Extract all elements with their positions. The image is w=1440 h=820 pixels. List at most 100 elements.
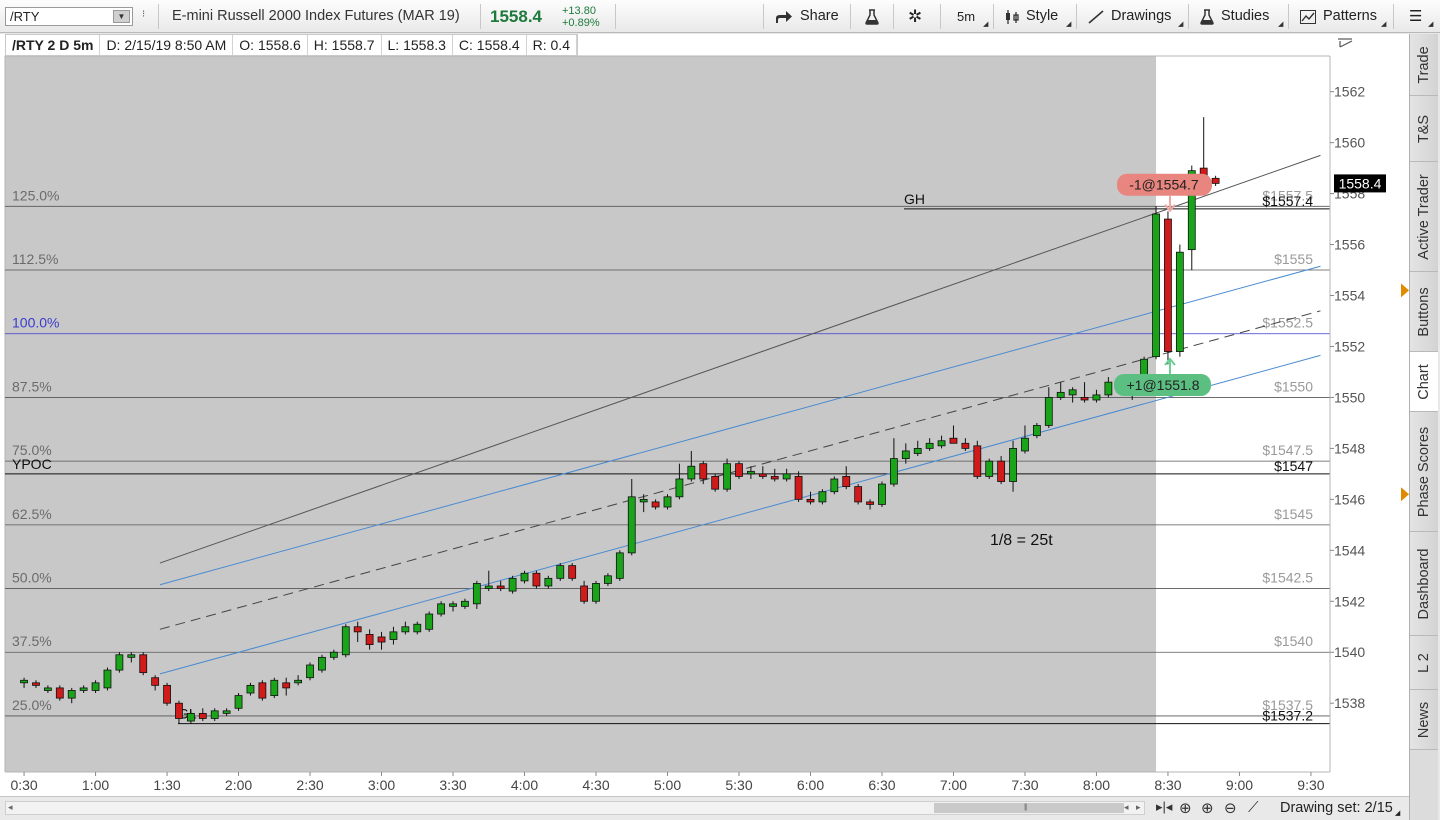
interval-button[interactable]: 5m <box>957 0 975 33</box>
time-axis[interactable]: 0:30 1:00 1:30 2:00 2:30 3:00 3:30 4:00 4:30 5:00… <box>0 771 1409 796</box>
tab-news[interactable]: News <box>1410 690 1438 750</box>
scrollbar-thumb[interactable]: ||| <box>934 803 1124 813</box>
toolbar-divider <box>480 4 481 29</box>
instrument-description: E-mini Russell 2000 Index Futures (MAR 1… <box>172 8 460 24</box>
fib-pct-label: 62.5% <box>12 506 52 522</box>
zoom-out-icon[interactable]: ⊖ <box>1224 799 1237 817</box>
candle-body <box>615 552 624 579</box>
candle-body <box>329 651 338 658</box>
key-level-price: $1537.2 <box>1262 708 1313 724</box>
candle-body <box>163 684 171 704</box>
candle-body <box>377 636 386 643</box>
candle-body <box>806 498 815 503</box>
tab-chart[interactable]: Chart <box>1410 352 1438 412</box>
settings-button[interactable]: ✲ <box>908 0 922 33</box>
candle-body <box>1032 425 1041 437</box>
candle-body <box>186 712 195 722</box>
fib-price-label: $1545 <box>1274 506 1313 522</box>
interval-label: 5m <box>957 9 976 24</box>
candle-body <box>592 583 600 602</box>
time-tick-label: 1:00 <box>82 777 109 793</box>
menu-button[interactable]: ☰ <box>1409 0 1422 33</box>
candle-body <box>437 603 446 615</box>
tab-buttons[interactable]: Buttons <box>1410 272 1438 352</box>
candle-body <box>1092 394 1101 401</box>
chart-bottom-bar: ◂ ||| ◂ ▸ ▸|◂ ⊕ ⊕ ⊖ ⟋ Drawing set: 2/15 ◢ <box>0 796 1409 820</box>
tab-level2-label: L 2 <box>1416 652 1432 673</box>
fib-price-label: $1555 <box>1274 251 1313 267</box>
time-tick-label: 6:30 <box>868 777 895 793</box>
horizontal-scrollbar[interactable]: ◂ ||| ◂ ▸ <box>5 801 1145 815</box>
time-tick-label: 5:30 <box>725 777 752 793</box>
share-button[interactable]: Share <box>775 0 839 33</box>
toolbar-divider <box>1393 4 1394 29</box>
studies-button[interactable]: Studies <box>1200 0 1269 33</box>
tab-active-trader[interactable]: Active Trader <box>1410 162 1438 272</box>
candle-body <box>854 486 863 503</box>
candle-body <box>472 583 481 605</box>
style-button[interactable]: Style <box>1005 0 1058 33</box>
tab-phase-scores[interactable]: Phase Scores <box>1410 412 1438 532</box>
candle-body <box>103 669 112 689</box>
tab-dashboard[interactable]: Dashboard <box>1410 532 1438 636</box>
candle-body <box>139 654 148 674</box>
candle-body <box>997 460 1006 482</box>
candle-body <box>413 623 422 633</box>
symbol-input[interactable]: /RTY ▼ <box>5 7 133 26</box>
chart-annotation: 1/8 = 25t <box>990 532 1053 549</box>
toolbar-divider <box>893 4 894 29</box>
key-level-price: $1557.4 <box>1262 193 1313 209</box>
price-tick-label: 1548 <box>1334 440 1365 456</box>
scroll-left-end-icon[interactable]: ◂ <box>1124 802 1129 813</box>
drawings-button[interactable]: Drawings <box>1088 0 1171 33</box>
studies-flask-icon <box>1200 8 1214 25</box>
scroll-left-icon[interactable]: ◂ <box>8 802 13 813</box>
drawing-set-label: Drawing set: 2/15 <box>1280 800 1393 816</box>
flask-icon <box>865 8 879 25</box>
candle-body <box>294 679 303 684</box>
toolbar-divider <box>940 4 941 29</box>
price-tick-label: 1554 <box>1334 288 1365 304</box>
candle-body <box>115 654 124 671</box>
candle-body <box>365 634 374 645</box>
scroll-right-icon[interactable]: ▸ <box>1136 802 1141 813</box>
time-tick-label: 8:00 <box>1083 777 1110 793</box>
price-tick-label: 1560 <box>1334 135 1365 151</box>
price-axis[interactable]: 1538 1540 1542 1544 1546 1548 1550 1552 1554 1556… <box>1329 34 1409 796</box>
candle-body <box>723 463 731 490</box>
candle-body <box>1211 177 1220 184</box>
toolbar-divider <box>158 4 159 29</box>
expand-icon[interactable]: ▸|◂ <box>1156 799 1172 815</box>
price-tick-label: 1542 <box>1334 593 1365 609</box>
time-tick-label: 4:30 <box>582 777 609 793</box>
flask-button[interactable] <box>865 0 879 33</box>
time-tick-label: 0:30 <box>10 777 37 793</box>
fib-price-label: $1547.5 <box>1262 442 1313 458</box>
price-chart[interactable]: 25.0% $1537.537.5% $154050.0% $1542.562.5% $… <box>0 34 1409 796</box>
key-level-label: GH <box>904 191 925 207</box>
tab-trade[interactable]: Trade <box>1410 34 1438 96</box>
fib-price-label: $1542.5 <box>1262 570 1313 586</box>
tab-time-and-sales[interactable]: T&S <box>1410 96 1438 162</box>
symbol-dropdown-icon[interactable]: ▼ <box>113 10 130 23</box>
candle-body <box>1175 251 1184 352</box>
price-tick-label: 1544 <box>1334 542 1365 558</box>
candle-body <box>794 476 803 500</box>
candle-body <box>711 476 720 490</box>
candle-body <box>32 682 40 686</box>
link-icon[interactable]: ⁝ <box>142 9 148 24</box>
candle-body <box>496 585 505 589</box>
crosshair-icon[interactable]: ⊕ <box>1179 799 1192 817</box>
candle-body <box>43 687 52 691</box>
draw-line-icon[interactable]: ⟋ <box>1248 799 1259 816</box>
candle-body <box>246 684 255 694</box>
candle-body <box>758 473 767 477</box>
toolbar-divider <box>1288 4 1289 29</box>
gear-icon: ✲ <box>908 7 923 26</box>
drawing-set-selector[interactable]: Drawing set: 2/15 ◢ <box>1280 800 1400 817</box>
time-tick-label: 2:00 <box>225 777 252 793</box>
zoom-in-icon[interactable]: ⊕ <box>1201 799 1214 817</box>
patterns-button[interactable]: Patterns <box>1300 0 1377 33</box>
tab-ts-label: T&S <box>1416 114 1432 143</box>
tab-level2[interactable]: L 2 <box>1410 636 1438 690</box>
